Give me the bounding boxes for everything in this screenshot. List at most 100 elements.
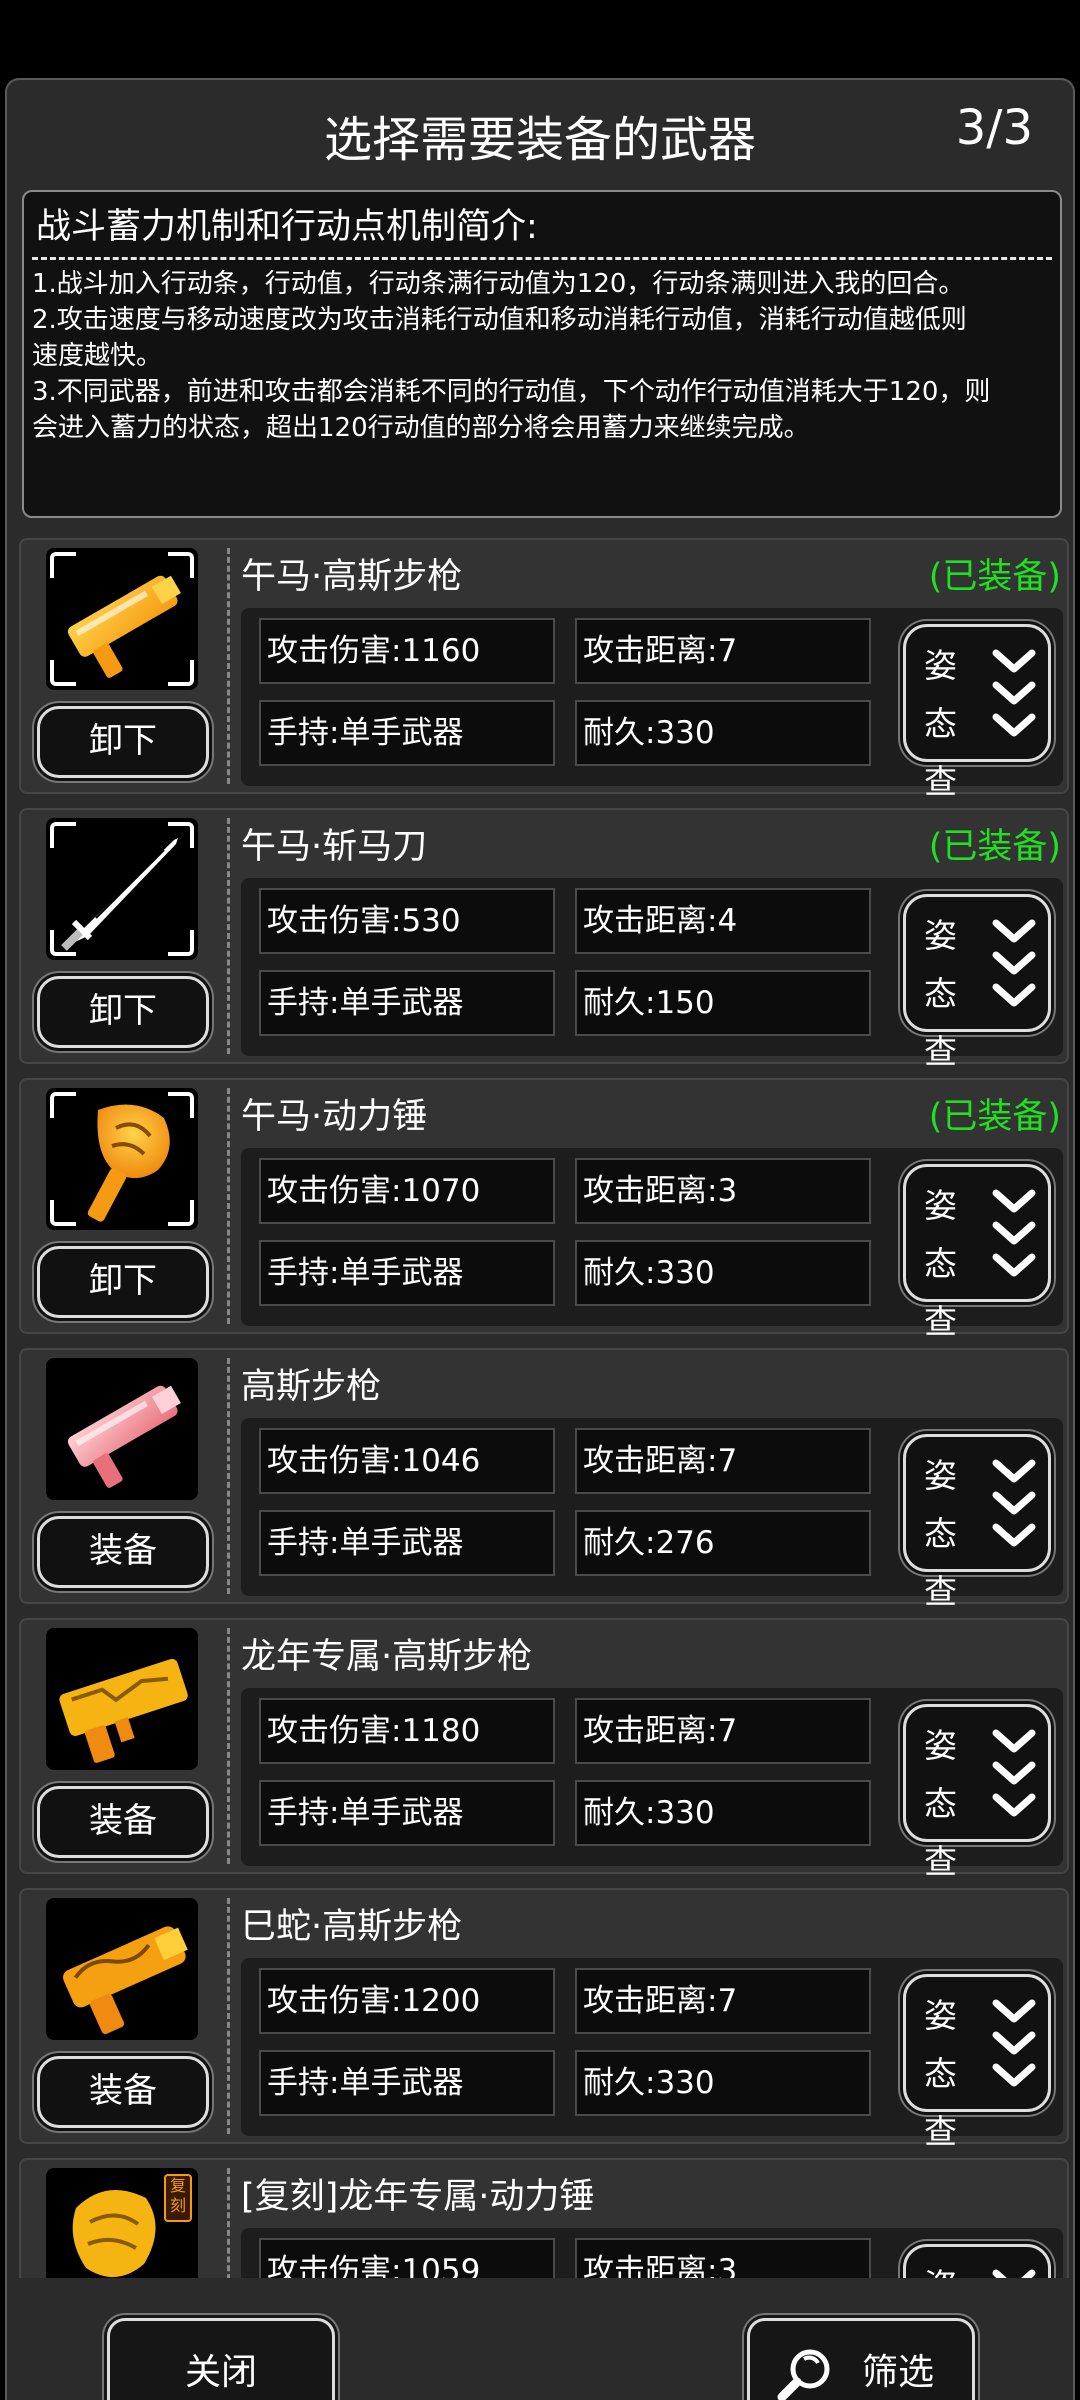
weapon-thumbnail[interactable] — [46, 1358, 198, 1500]
stance-view-button[interactable]: 姿态查看 — [903, 1164, 1051, 1399]
attack-range: 攻击距离:4 — [575, 888, 871, 954]
weapon-card[interactable]: 装备 巳蛇·高斯步枪攻击伤害:1200 攻击距离:7 手持:单手武器 耐久:330 姿态查… — [19, 1888, 1069, 2209]
weapon-select-dialog: 选择需要装备的武器 3/3 战斗蓄力机制和行动点机制简介: 1.战斗加入行动条，… — [5, 78, 1075, 2400]
weapon-thumbnail[interactable] — [46, 818, 198, 960]
stance-view-button[interactable]: 姿态查看 — [903, 2244, 1051, 2278]
intro-line: 1.战斗加入行动条，行动值，行动条满行动值为120，行动条满则进入我的回合。 — [32, 269, 965, 299]
equipped-status: (已装备) — [928, 1097, 1061, 1137]
weapon-stats: 攻击伤害:1059攻击距离:3手持:单手武器耐久:330姿态查看 — [241, 2228, 1063, 2278]
stance-view-label: 姿态查看 — [924, 2257, 984, 2278]
frame-corner — [50, 930, 76, 956]
weapon-list[interactable]: 卸下 午马·高斯步枪 (已装备) 攻击伤害:1160 攻击距离:7 手持:单手武器 耐久:3… — [7, 538, 1073, 2278]
attack-damage: 攻击伤害:1200 — [259, 1968, 555, 2034]
durability: 耐久:330 — [575, 2050, 871, 2116]
weapon-card[interactable]: 卸下 午马·高斯步枪 (已装备) 攻击伤害:1160 攻击距离:7 手持:单手武器 耐久:3… — [19, 538, 1069, 859]
intro-line: 会进入蓄力的状态，超出120行动值的部分将会用蓄力来继续完成。 — [32, 413, 810, 443]
attack-damage: 攻击伤害:1046 — [259, 1428, 555, 1494]
card-divider — [227, 1898, 230, 2134]
hold-type: 手持:单手武器 — [259, 1240, 555, 1306]
equip-button[interactable]: 装备 — [37, 1786, 209, 1858]
durability: 耐久:330 — [575, 1240, 871, 1306]
weapon-card[interactable]: 卸下 午马·动力锤 (已装备) 攻击伤害:1070 攻击距离:3 手持:单手武器 耐久:33… — [19, 1078, 1069, 1399]
unequip-button[interactable]: 卸下 — [37, 706, 209, 778]
stance-label: 姿态 — [924, 1456, 957, 1553]
weapon-name: 午马·高斯步枪 — [241, 557, 463, 597]
card-divider — [227, 1628, 230, 1864]
equip-button[interactable]: 装备 — [37, 2056, 209, 2128]
equipped-status: (已装备) — [928, 557, 1061, 597]
durability: 耐久:330 — [575, 700, 871, 766]
frame-corner — [168, 822, 194, 848]
frame-corner — [50, 1092, 76, 1118]
weapon-card[interactable]: 卸下 午马·斩马刀 (已装备) 攻击伤害:530 攻击距离:4 手持:单手武器 耐久:150… — [19, 808, 1069, 1129]
weapon-thumbnail[interactable] — [46, 1088, 198, 1230]
attack-range: 攻击距离:7 — [575, 618, 871, 684]
durability: 耐久:276 — [575, 1510, 871, 1576]
weapon-thumbnail[interactable] — [46, 1898, 198, 2040]
unequip-button[interactable]: 卸下 — [37, 976, 209, 1048]
stance-label: 姿态 — [924, 2257, 984, 2278]
stance-view-button[interactable]: 姿态查看 — [903, 894, 1051, 1129]
close-button[interactable]: 关闭 — [107, 2318, 335, 2400]
stance-view-button[interactable]: 姿态查看 — [903, 624, 1051, 859]
equip-button[interactable]: 装备 — [37, 1516, 209, 1588]
card-divider — [227, 548, 230, 784]
stance-view-button[interactable]: 姿态查看 — [903, 1704, 1051, 1939]
weapon-stats: 攻击伤害:1200 攻击距离:7 手持:单手武器耐久:330 姿态查看 — [241, 1958, 1063, 2209]
intro-line: 速度越快。 — [32, 341, 163, 371]
weapon-name: 巳蛇·高斯步枪 — [241, 1907, 463, 1947]
frame-corner — [168, 1092, 194, 1118]
weapon-thumbnail[interactable]: 复刻 — [46, 2168, 198, 2278]
frame-corner — [168, 552, 194, 578]
frame-corner — [50, 822, 76, 848]
attack-range: 攻击距离:7 — [575, 1698, 871, 1764]
dialog-title: 选择需要装备的武器 — [323, 112, 756, 168]
card-divider — [227, 1358, 230, 1594]
weapon-name: 午马·动力锤 — [241, 1097, 428, 1137]
stance-label: 姿态 — [924, 916, 957, 1013]
weapon-stats: 攻击伤害:530 攻击距离:4 手持:单手武器耐久:150 姿态查看 — [241, 878, 1063, 1129]
hold-type: 手持:单手武器 — [259, 2050, 555, 2116]
attack-damage: 攻击伤害:1070 — [259, 1158, 555, 1224]
card-divider — [227, 818, 230, 1054]
hold-type: 手持:单手武器 — [259, 1510, 555, 1576]
frame-corner — [50, 1200, 76, 1226]
attack-range: 攻击距离:7 — [575, 1968, 871, 2034]
stance-label: 姿态 — [924, 1726, 957, 1823]
frame-corner — [50, 552, 76, 578]
weapon-stats: 攻击伤害:1180 攻击距离:7 手持:单手武器耐久:330 姿态查看 — [241, 1688, 1063, 1939]
durability: 耐久:330 — [575, 1780, 871, 1846]
stance-label: 姿态 — [924, 646, 957, 743]
weapon-thumbnail[interactable] — [46, 548, 198, 690]
attack-damage: 攻击伤害:1059 — [259, 2238, 555, 2278]
close-button-label: 关闭 — [184, 2352, 257, 2393]
weapon-card[interactable]: 装备 高斯步枪攻击伤害:1046 攻击距离:7 手持:单手武器耐久:276 姿态查看 — [19, 1348, 1069, 1669]
unequip-button[interactable]: 卸下 — [37, 1246, 209, 1318]
intro-line: 2.攻击速度与移动速度改为攻击消耗行动值和移动消耗行动值，消耗行动值越低则 — [32, 305, 967, 335]
stance-label: 姿态 — [924, 1186, 957, 1283]
equipped-status: (已装备) — [928, 827, 1061, 867]
attack-range: 攻击距离:3 — [575, 2238, 871, 2278]
attack-range: 攻击距离:3 — [575, 1158, 871, 1224]
stance-view-button[interactable]: 姿态查看 — [903, 1434, 1051, 1669]
filter-button-label: 筛选 — [862, 2352, 935, 2393]
weapon-thumbnail[interactable] — [46, 1628, 198, 1770]
frame-corner — [50, 660, 76, 686]
stance-view-button[interactable]: 姿态查看 — [903, 1974, 1051, 2209]
page-count: 3/3 — [955, 100, 1033, 156]
weapon-card[interactable]: 复刻装备[复刻]龙年专属·动力锤攻击伤害:1059攻击距离:3手持:单手武器耐久… — [19, 2158, 1069, 2278]
weapon-name: 高斯步枪 — [241, 1367, 382, 1407]
card-divider — [227, 2168, 230, 2278]
hold-type: 手持:单手武器 — [259, 1780, 555, 1846]
weapon-card[interactable]: 装备 龙年专属·高斯步枪 攻击伤害:1180 攻击距离:7 手持:单手武器 耐久:330 姿… — [19, 1618, 1069, 1939]
intro-line: 3.不同武器，前进和攻击都会消耗不同的行动值，下个动作行动值消耗大于120，则 — [32, 377, 991, 407]
durability: 耐久:150 — [575, 970, 871, 1036]
weapon-stats: 攻击伤害:1046 攻击距离:7 手持:单手武器耐久:276 姿态查看 — [241, 1418, 1063, 1669]
hold-type: 手持:单手武器 — [259, 970, 555, 1036]
weapon-name: 龙年专属·高斯步枪 — [241, 1637, 533, 1677]
filter-button[interactable]: 筛选 — [747, 2318, 975, 2400]
frame-corner — [168, 930, 194, 956]
attack-damage: 攻击伤害:530 — [259, 888, 555, 954]
attack-range: 攻击距离:7 — [575, 1428, 871, 1494]
mechanics-intro-box: 战斗蓄力机制和行动点机制简介: 1.战斗加入行动条，行动值，行动条满行动值为12… — [22, 190, 1062, 518]
